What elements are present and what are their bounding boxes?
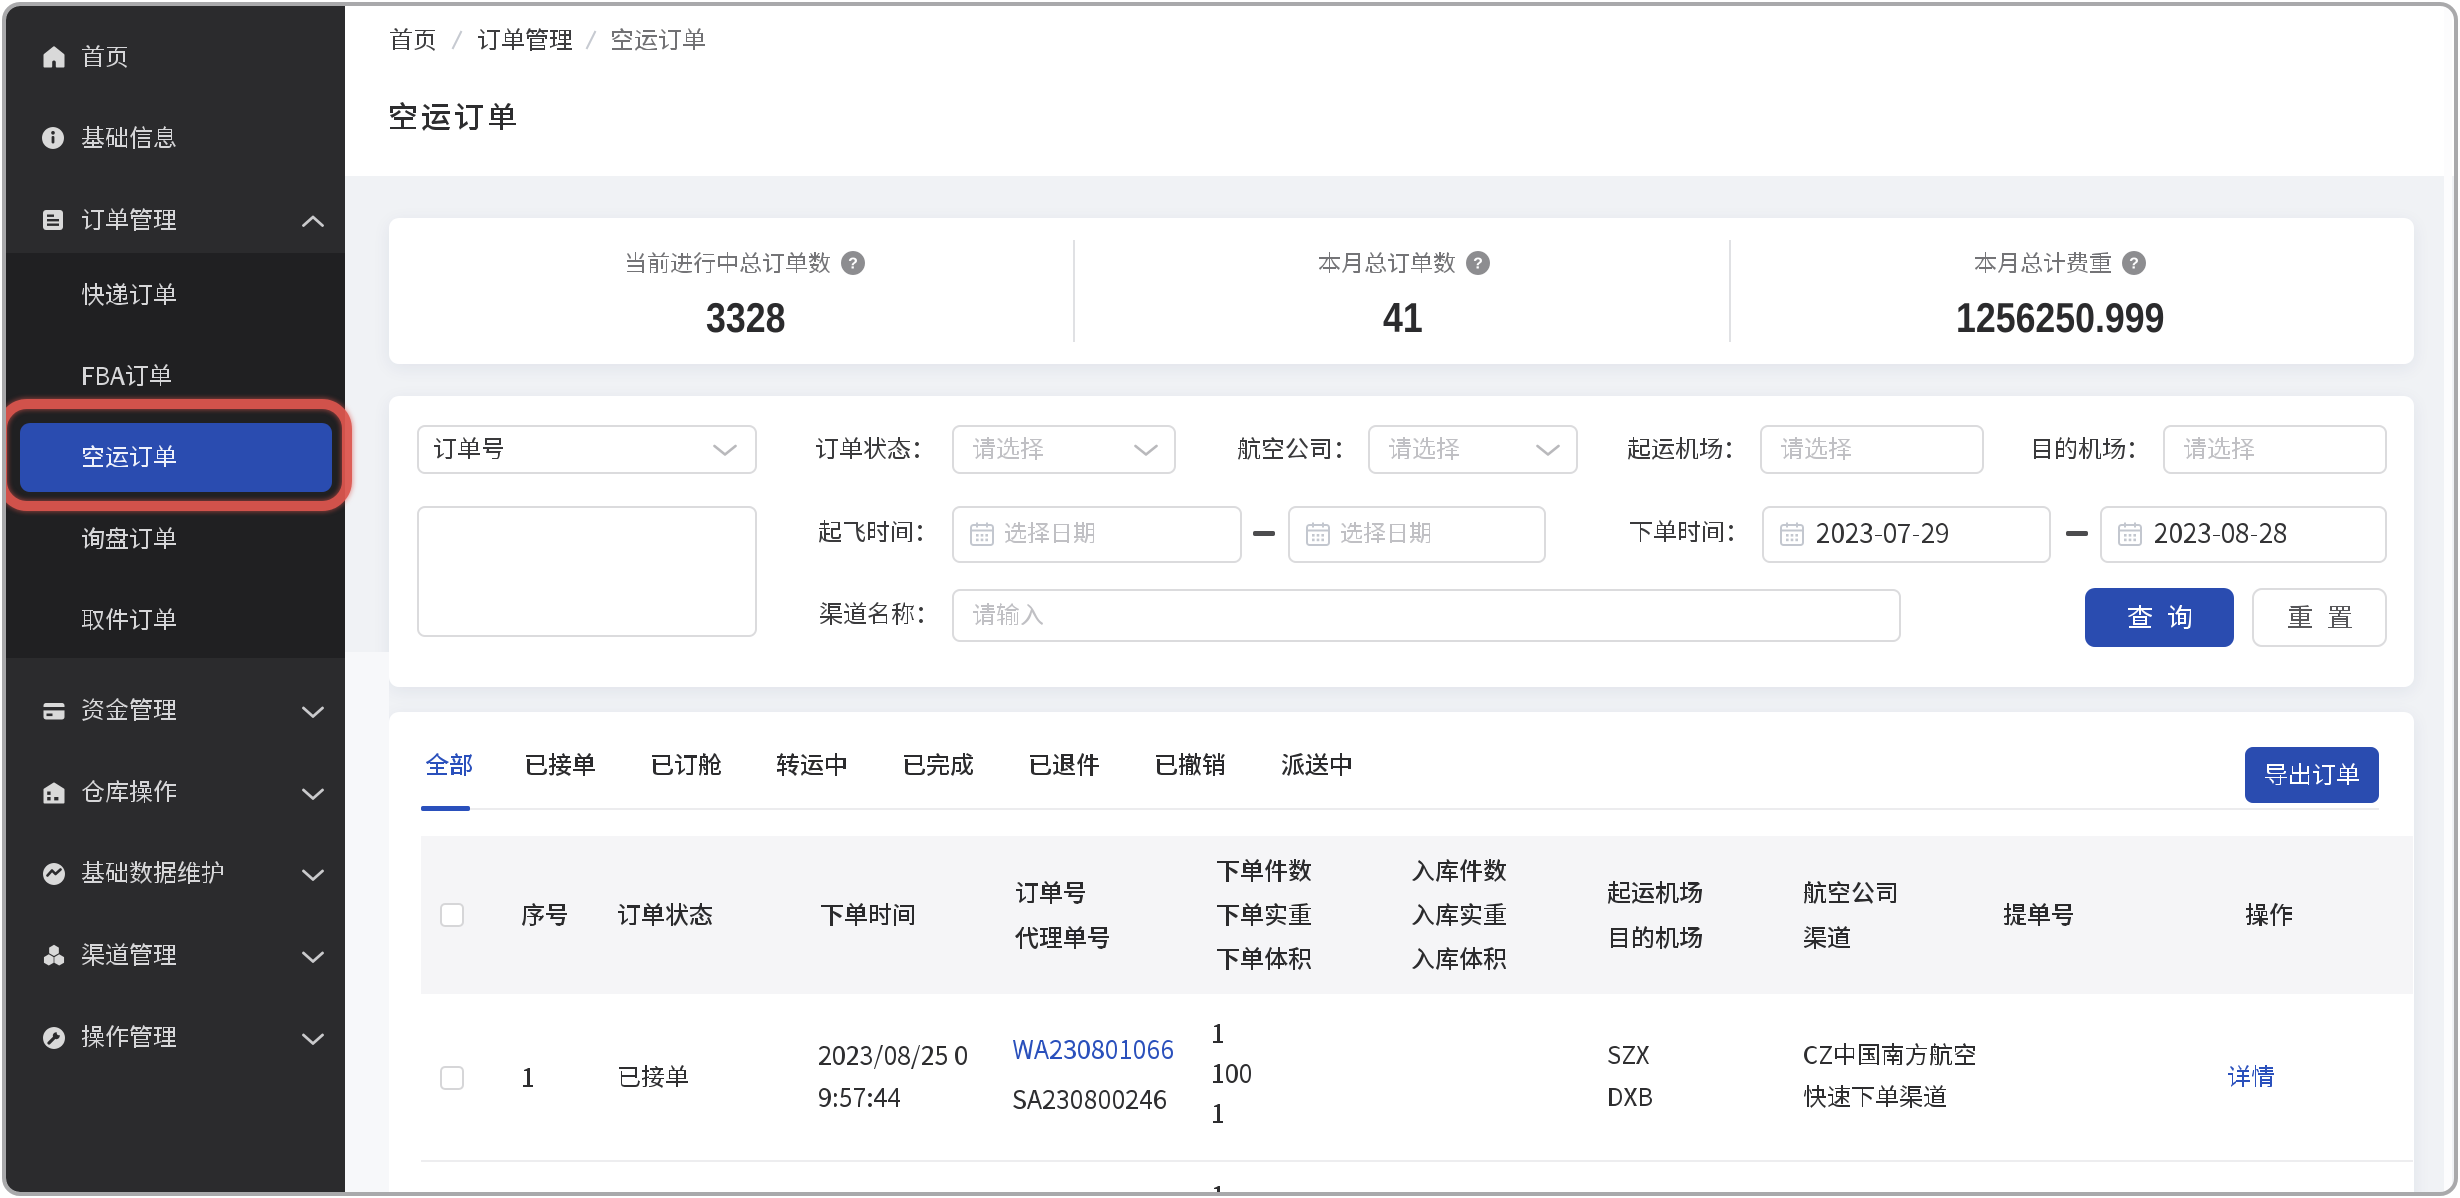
svg-text:?: ? [1473,256,1483,273]
svg-text:?: ? [2129,256,2139,273]
svg-text:?: ? [848,256,858,273]
